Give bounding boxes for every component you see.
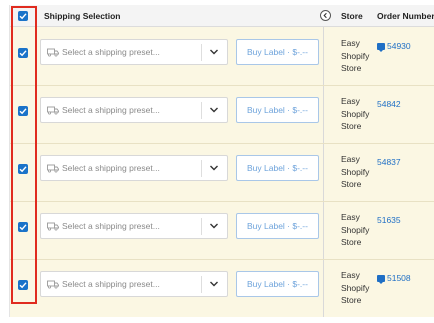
shipping-preset-select[interactable]: Select a shipping preset...: [40, 39, 228, 65]
truck-icon: [47, 48, 59, 57]
store-name-line: Shopify: [341, 50, 370, 61]
select-divider: [201, 276, 202, 293]
order-number-link[interactable]: 54930: [377, 40, 411, 52]
shipping-selection-header: Shipping Selection: [44, 11, 121, 21]
buy-label-button[interactable]: Buy Label · $-.--: [236, 39, 319, 65]
select-divider: [201, 218, 202, 235]
table-header: Shipping Selection Store Order Number: [10, 5, 434, 27]
chevron-down-icon[interactable]: [209, 222, 219, 230]
chevron-down-icon[interactable]: [209, 164, 219, 172]
store-name-line: Shopify: [341, 108, 370, 119]
table-row: Select a shipping preset... Buy Label · $…: [10, 143, 434, 201]
shipping-preset-placeholder: Select a shipping preset...: [62, 221, 160, 231]
order-number: 51508: [387, 273, 411, 283]
store-name: Easy Shopify Store: [341, 95, 381, 133]
order-number-link[interactable]: 54837: [377, 156, 401, 168]
store-name-line: Shopify: [341, 224, 370, 235]
store-name-line: Store: [341, 179, 362, 189]
shipping-preset-select[interactable]: Select a shipping preset...: [40, 97, 228, 123]
store-header: Store: [341, 11, 363, 21]
select-divider: [201, 44, 202, 61]
store-name-line: Store: [341, 63, 362, 73]
truck-icon: [47, 106, 59, 115]
order-number: 51635: [377, 215, 401, 225]
select-divider: [201, 160, 202, 177]
buy-label-button[interactable]: Buy Label · $-.--: [236, 213, 319, 239]
checkbox-column-highlight: [11, 6, 37, 304]
truck-icon: [47, 280, 59, 289]
shipping-preset-select[interactable]: Select a shipping preset...: [40, 213, 228, 239]
table-row: Select a shipping preset... Buy Label · $…: [10, 201, 434, 259]
store-name-line: Store: [341, 295, 362, 305]
chevron-down-icon[interactable]: [209, 48, 219, 56]
store-name-line: Easy: [341, 154, 360, 164]
store-name-line: Easy: [341, 96, 360, 106]
store-name: Easy Shopify Store: [341, 37, 381, 75]
store-name: Easy Shopify Store: [341, 153, 381, 191]
shipping-preset-placeholder: Select a shipping preset...: [62, 163, 160, 173]
store-name-line: Store: [341, 237, 362, 247]
order-number: 54837: [377, 157, 401, 167]
order-number-link[interactable]: 51508: [377, 272, 411, 284]
shipping-preset-select[interactable]: Select a shipping preset...: [40, 155, 228, 181]
shipping-preset-placeholder: Select a shipping preset...: [62, 279, 160, 289]
chevron-down-icon[interactable]: [209, 280, 219, 288]
truck-icon: [47, 222, 59, 231]
select-divider: [201, 102, 202, 119]
shipping-preset-placeholder: Select a shipping preset...: [62, 47, 160, 57]
table-row: Select a shipping preset... Buy Label · $…: [10, 259, 434, 317]
store-name-line: Store: [341, 121, 362, 131]
shipping-preset-placeholder: Select a shipping preset...: [62, 105, 160, 115]
table-row: Select a shipping preset... Buy Label · $…: [10, 27, 434, 85]
store-name: Easy Shopify Store: [341, 211, 381, 249]
note-icon: [377, 43, 385, 52]
table-row: Select a shipping preset... Buy Label · $…: [10, 85, 434, 143]
order-number-header: Order Number: [377, 11, 434, 21]
collapse-column-button[interactable]: [320, 10, 331, 21]
truck-icon: [47, 164, 59, 173]
buy-label-button[interactable]: Buy Label · $-.--: [236, 271, 319, 297]
store-name-line: Easy: [341, 38, 360, 48]
chevron-down-icon[interactable]: [209, 106, 219, 114]
store-name-line: Shopify: [341, 166, 370, 177]
orders-table: Shipping Selection Store Order Number Se…: [9, 5, 434, 317]
store-name-line: Easy: [341, 270, 360, 280]
store-name: Easy Shopify Store: [341, 269, 381, 307]
buy-label-button[interactable]: Buy Label · $-.--: [236, 97, 319, 123]
order-number: 54842: [377, 99, 401, 109]
store-name-line: Shopify: [341, 282, 370, 293]
order-number: 54930: [387, 41, 411, 51]
store-name-line: Easy: [341, 212, 360, 222]
note-icon: [377, 275, 385, 284]
order-number-link[interactable]: 51635: [377, 214, 401, 226]
buy-label-button[interactable]: Buy Label · $-.--: [236, 155, 319, 181]
chevron-left-icon: [323, 12, 327, 19]
order-number-link[interactable]: 54842: [377, 98, 401, 110]
shipping-preset-select[interactable]: Select a shipping preset...: [40, 271, 228, 297]
